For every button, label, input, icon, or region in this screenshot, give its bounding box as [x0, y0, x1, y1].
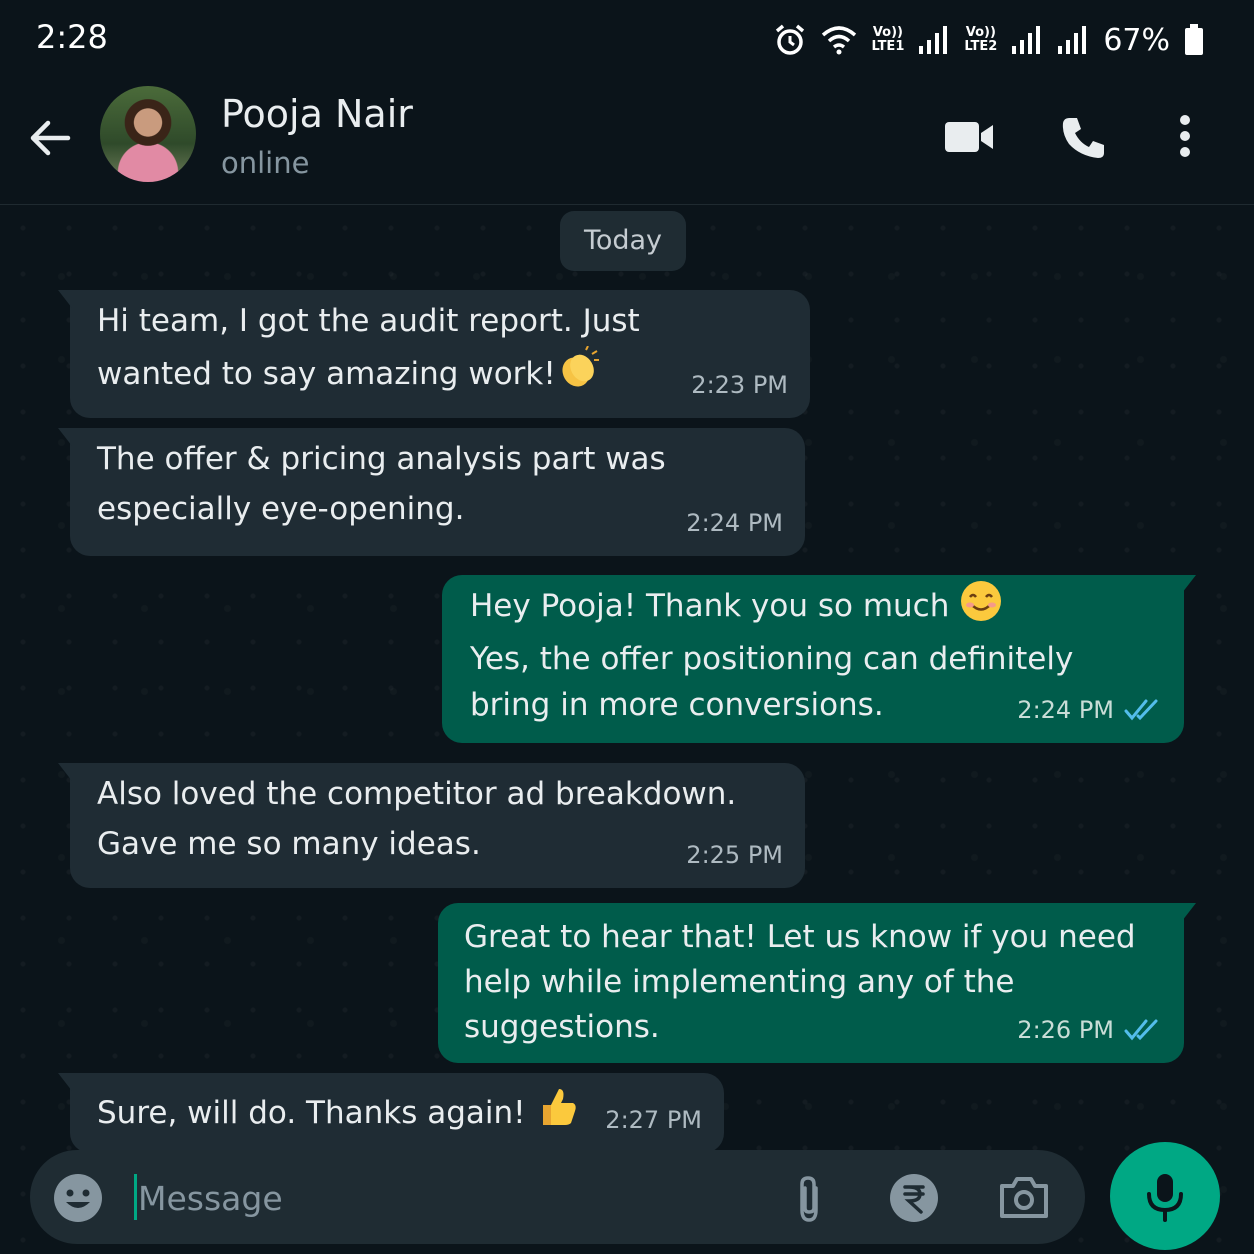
double-check-icon [1124, 1019, 1158, 1041]
message-meta: 2:27 PM [605, 1095, 702, 1145]
attach-icon[interactable] [792, 1174, 826, 1224]
date-chip: Today [560, 211, 686, 271]
message-outgoing[interactable]: Great to hear that! Let us know if you n… [438, 903, 1196, 1063]
message-time: 2:24 PM [686, 509, 783, 537]
message-meta: 2:26 PM [1017, 1005, 1162, 1055]
rupee-payment-icon[interactable] [888, 1172, 940, 1224]
contact-status: online [221, 146, 310, 180]
message-meta: 2:25 PM [686, 830, 783, 880]
contact-name[interactable]: Pooja Nair [221, 92, 413, 136]
message-text: The offer & pricing analysis part was es… [97, 441, 666, 527]
signal-icon [1058, 26, 1087, 54]
message-text: Also loved the competitor ad breakdown. … [97, 776, 737, 862]
message-text: Sure, will do. Thanks again! [97, 1085, 579, 1144]
wifi-icon [822, 26, 857, 55]
video-call-icon[interactable] [944, 120, 994, 154]
message-time: 2:26 PM [1017, 1016, 1114, 1044]
smiling-face-icon [959, 579, 1003, 636]
message-text: Hey Pooja! Thank you so much Yes, the of… [470, 579, 1073, 728]
message-incoming[interactable]: Also loved the competitor ad breakdown. … [58, 763, 805, 888]
message-incoming[interactable]: The offer & pricing analysis part was es… [58, 428, 805, 556]
back-arrow-icon[interactable] [28, 116, 72, 160]
message-meta: 2:23 PM [691, 360, 788, 410]
double-check-icon [1124, 699, 1158, 721]
avatar[interactable] [100, 86, 196, 182]
message-outgoing[interactable]: Hey Pooja! Thank you so much Yes, the of… [442, 575, 1196, 743]
camera-icon[interactable] [998, 1174, 1050, 1220]
chat-area[interactable]: Today Hi team, I got the audit report. J… [0, 205, 1254, 1254]
message-text: Hi team, I got the audit report. Just wa… [97, 296, 640, 405]
signal-icon [1012, 26, 1041, 54]
message-composer [30, 1150, 1085, 1244]
message-meta: 2:24 PM [686, 498, 783, 548]
message-time: 2:27 PM [605, 1106, 702, 1134]
message-incoming[interactable]: Sure, will do. Thanks again! 2:27 PM [58, 1073, 724, 1153]
mic-icon [1147, 1174, 1183, 1222]
mic-button[interactable] [1110, 1142, 1220, 1250]
message-input[interactable] [136, 1172, 700, 1224]
sim2-label: Vo)) LTE2 [964, 25, 998, 54]
status-icons: Vo)) LTE1 Vo)) LTE2 67% [773, 20, 1204, 60]
thumbs-up-icon [535, 1085, 579, 1144]
message-time: 2:24 PM [1017, 696, 1114, 724]
battery-percent: 67% [1103, 22, 1170, 58]
message-incoming[interactable]: Hi team, I got the audit report. Just wa… [58, 290, 810, 418]
phone-icon[interactable] [1060, 116, 1106, 160]
message-time: 2:25 PM [686, 841, 783, 869]
chat-header: Pooja Nair online [0, 80, 1254, 205]
alarm-icon [776, 24, 805, 55]
more-options-icon[interactable] [1176, 114, 1194, 158]
signal-icon [919, 26, 948, 54]
message-meta: 2:24 PM [1017, 685, 1162, 735]
emoji-icon[interactable] [52, 1172, 104, 1224]
battery-icon [1185, 24, 1203, 55]
status-time: 2:28 [36, 18, 108, 56]
message-time: 2:23 PM [691, 371, 788, 399]
status-bar: 2:28 Vo)) LTE1 Vo)) LTE2 67% [0, 0, 1254, 80]
sim1-label: Vo)) LTE1 [871, 25, 905, 54]
clapping-hands-icon [556, 345, 600, 405]
